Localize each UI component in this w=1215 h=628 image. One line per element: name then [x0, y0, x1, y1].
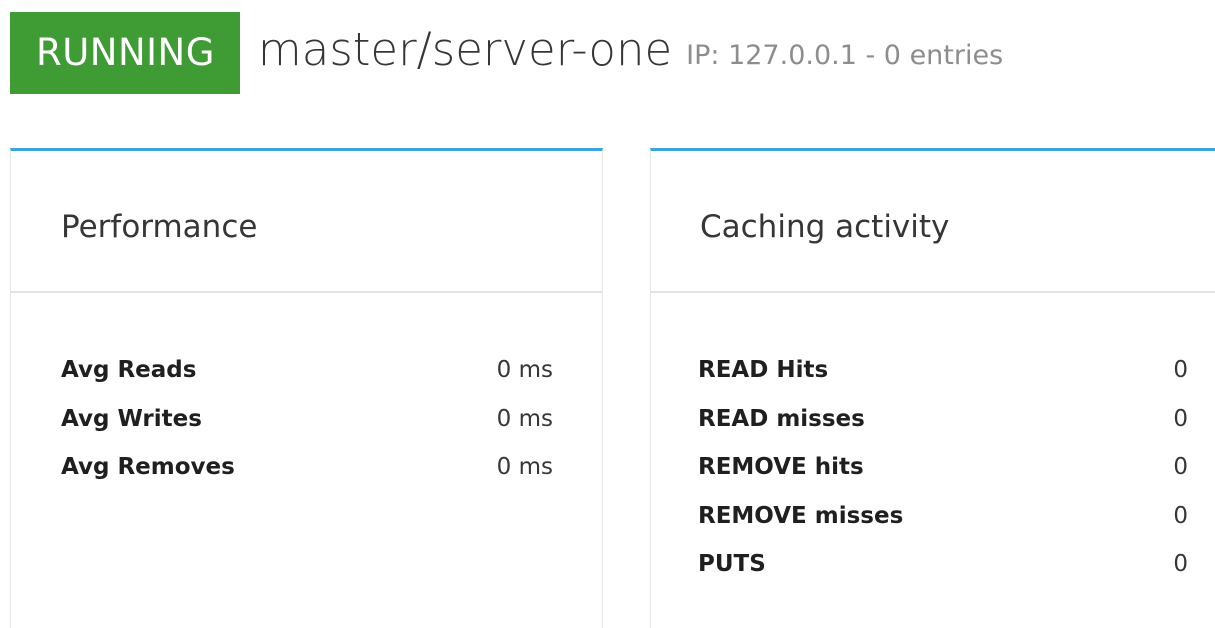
status-badge: RUNNING	[10, 12, 240, 94]
stat-label: READ misses	[698, 405, 865, 432]
stat-value: 0 ms	[496, 405, 553, 432]
stat-label: PUTS	[698, 551, 766, 578]
stat-value: 0	[1173, 502, 1188, 529]
stat-label: READ Hits	[698, 357, 829, 383]
server-meta-info: IP: 127.0.0.1 - 0 entries	[686, 39, 1004, 71]
stat-label: REMOVE misses	[698, 502, 904, 529]
stat-value: 0	[1173, 551, 1188, 578]
stat-row-read-hits: READ Hits 0	[698, 355, 1188, 404]
caching-activity-card: Caching activity READ Hits 0 READ misses…	[650, 148, 1215, 628]
stat-label: REMOVE hits	[698, 454, 864, 481]
caching-stats-list: READ Hits 0 READ misses 0 REMOVE hits 0 …	[698, 355, 1188, 598]
stat-label: Avg Writes	[61, 405, 202, 432]
stat-value: 0	[1173, 454, 1188, 481]
stat-row-avg-reads: Avg Reads 0 ms	[61, 355, 553, 404]
performance-stats-list: Avg Reads 0 ms Avg Writes 0 ms Avg Remov…	[61, 355, 553, 501]
server-name-title: master/server-one	[257, 22, 673, 76]
stat-row-read-misses: READ misses 0	[698, 404, 1188, 453]
stat-label: Avg Removes	[61, 454, 235, 481]
page-header: RUNNING master/server-one IP: 127.0.0.1 …	[10, 12, 1003, 94]
stat-value: 0	[1173, 405, 1188, 432]
stat-row-puts: PUTS 0	[698, 549, 1188, 598]
caching-activity-card-title: Caching activity	[651, 151, 1215, 293]
stat-label: Avg Reads	[61, 357, 197, 383]
performance-card: Performance Avg Reads 0 ms Avg Writes 0 …	[10, 148, 603, 628]
stat-row-remove-hits: REMOVE hits 0	[698, 452, 1188, 501]
stat-value: 0 ms	[496, 454, 553, 481]
stat-row-avg-removes: Avg Removes 0 ms	[61, 452, 553, 501]
stat-row-remove-misses: REMOVE misses 0	[698, 501, 1188, 550]
stat-row-avg-writes: Avg Writes 0 ms	[61, 404, 553, 453]
stat-value: 0	[1173, 357, 1188, 383]
stat-value: 0 ms	[496, 357, 553, 383]
performance-card-title: Performance	[11, 151, 602, 293]
